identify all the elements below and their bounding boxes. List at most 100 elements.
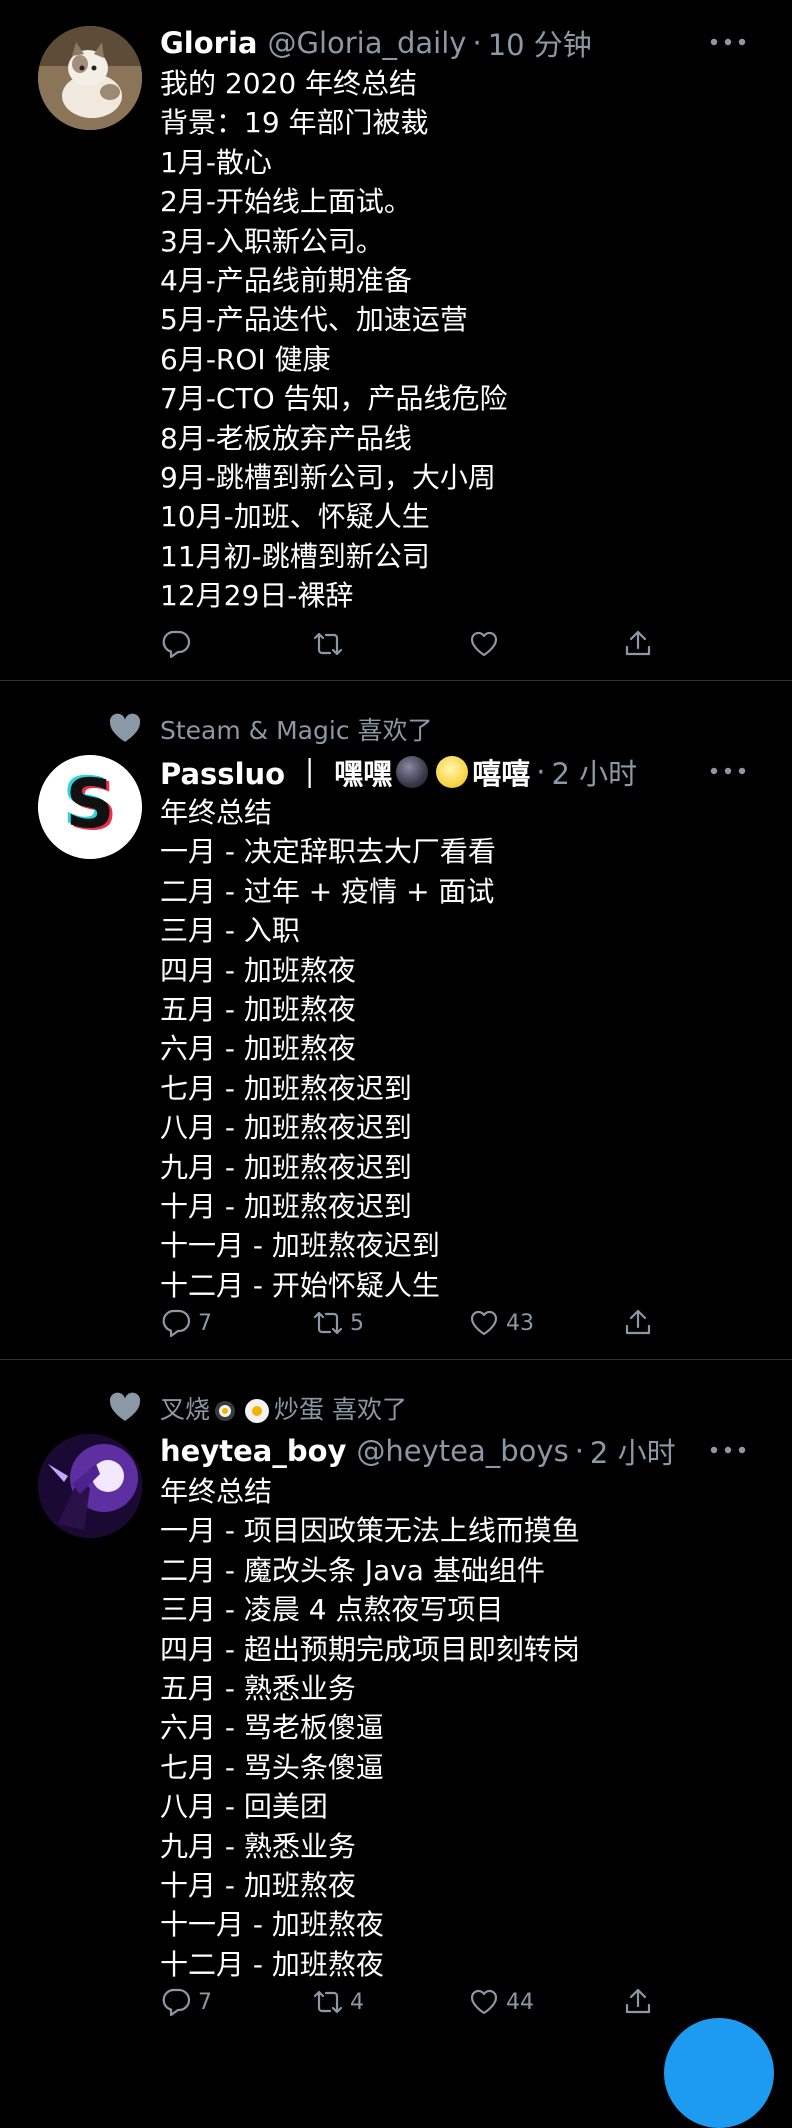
tweet-line: 一月 - 决定辞职去大厂看看 <box>160 835 496 869</box>
tweet-line: 我的 2020 年终总结 <box>160 67 418 100</box>
reply-button[interactable]: 7 <box>160 1307 212 1339</box>
avatar[interactable] <box>38 26 142 130</box>
display-name-tail[interactable]: 嘻嘻 <box>472 751 530 793</box>
retweet-button[interactable]: 5 <box>312 1307 364 1339</box>
tweet-line: 年终总结 <box>160 1475 273 1508</box>
display-name[interactable]: Passluo ｜ 嘿嘿 <box>160 751 392 793</box>
like-count: 44 <box>506 1989 534 2015</box>
share-button[interactable] <box>622 1307 654 1339</box>
more-options-icon[interactable] <box>708 765 748 777</box>
tweet[interactable]: Gloria @Gloria_daily · 10 分钟 我的 2020 年终总… <box>0 0 792 681</box>
display-name[interactable]: heytea_boy <box>160 1434 346 1468</box>
tweet-header: Gloria @Gloria_daily · 10 分钟 <box>160 22 592 64</box>
tweet[interactable]: 叉烧 炒蛋 喜欢了 heytea_boy @heytea_boys · 2 小时 … <box>0 1360 792 2050</box>
reply-icon <box>162 630 191 659</box>
tweet-line: 一月 - 项目因政策无法上线而摸鱼 <box>160 1514 580 1548</box>
reply-count: 7 <box>198 1989 212 2015</box>
timestamp[interactable]: 2 小时 <box>590 1430 676 1472</box>
tweet-text: 年终总结 一月 - 项目因政策无法上线而摸鱼 二月 - 魔改头条 Java 基础… <box>160 1472 580 1984</box>
social-context-suffix: 炒蛋 喜欢了 <box>274 1395 407 1424</box>
tweet-line: 2月-开始线上面试。 <box>160 185 412 219</box>
share-icon <box>625 1988 651 2014</box>
reply-button[interactable]: 7 <box>160 1986 212 2018</box>
like-button[interactable]: 44 <box>468 1986 534 2018</box>
tweet-line: 十一月 - 加班熬夜迟到 <box>160 1229 440 1263</box>
display-name[interactable]: Gloria <box>160 26 257 60</box>
share-button[interactable] <box>622 1986 654 2018</box>
tweet-line: 11月初-跳槽到新公司 <box>160 539 430 573</box>
reply-button[interactable] <box>160 628 198 660</box>
tweet-line: 三月 - 入职 <box>160 914 300 948</box>
tweet-text: 我的 2020 年终总结 背景：19 年部门被裁 1月-散心 2月-开始线上面试… <box>160 64 508 615</box>
share-icon <box>625 630 651 656</box>
tweet-line: 十二月 - 加班熬夜 <box>160 1947 384 1981</box>
retweet-icon <box>313 1311 343 1335</box>
tweet-line: 十月 - 加班熬夜 <box>160 1868 356 1902</box>
tweet-line: 10月-加班、怀疑人生 <box>160 500 430 534</box>
cooking-egg-icon <box>245 1399 270 1423</box>
share-button[interactable] <box>622 628 654 660</box>
retweet-count: 4 <box>350 1989 364 2015</box>
retweet-icon <box>313 1990 343 2014</box>
tweet-line: 12月29日-裸辞 <box>160 579 354 613</box>
social-context[interactable]: Steam & Magic 喜欢了 <box>160 711 433 747</box>
heart-icon <box>470 631 498 657</box>
tweet[interactable]: Steam & Magic 喜欢了 S S S Passluo ｜ 嘿嘿 嘻嘻 … <box>0 681 792 1360</box>
tweet-header: heytea_boy @heytea_boys · 2 小时 <box>160 1430 676 1472</box>
tweet-actions: 7 5 43 <box>160 1307 660 1343</box>
tweet-line: 六月 - 加班熬夜 <box>160 1032 356 1066</box>
timestamp[interactable]: 10 分钟 <box>488 22 592 64</box>
tweet-line: 八月 - 回美团 <box>160 1790 328 1824</box>
anime-avatar-icon <box>38 1434 142 1538</box>
user-handle[interactable]: @Gloria_daily <box>267 26 466 60</box>
separator: · <box>536 755 546 789</box>
reply-icon <box>162 1309 191 1338</box>
s-logo-avatar-icon: S S S <box>38 755 142 859</box>
tweet-line: 年终总结 <box>160 796 273 829</box>
tweet-line: 八月 - 加班熬夜迟到 <box>160 1111 412 1145</box>
tweet-line: 三月 - 凌晨 4 点熬夜写项目 <box>160 1593 504 1627</box>
tweet-header: Passluo ｜ 嘿嘿 嘻嘻 · 2 小时 <box>160 751 637 793</box>
tweet-line: 6月-ROI 健康 <box>160 342 331 376</box>
heart-filled-icon <box>109 713 141 742</box>
tweet-line: 十二月 - 开始怀疑人生 <box>160 1268 440 1302</box>
tweet-line: 四月 - 超出预期完成项目即刻转岗 <box>160 1632 580 1666</box>
tweet-line: 5月-产品迭代、加速运营 <box>160 303 468 337</box>
retweet-button[interactable]: 4 <box>312 1986 364 2018</box>
share-icon <box>625 1309 651 1335</box>
new-moon-face-icon <box>396 756 429 788</box>
social-context[interactable]: 叉烧 炒蛋 喜欢了 <box>160 1390 407 1426</box>
separator: · <box>574 1434 584 1468</box>
reply-icon <box>162 1988 191 2017</box>
tweet-line: 4月-产品线前期准备 <box>160 263 412 297</box>
like-count: 43 <box>506 1310 534 1336</box>
timestamp[interactable]: 2 小时 <box>552 751 638 793</box>
tweet-text: 年终总结 一月 - 决定辞职去大厂看看 二月 - 过年 + 疫情 + 面试 三月… <box>160 793 496 1305</box>
user-handle[interactable]: @heytea_boys <box>356 1434 568 1468</box>
tweet-line: 9月-跳槽到新公司，大小周 <box>160 460 496 494</box>
tweet-line: 九月 - 熟悉业务 <box>160 1829 356 1863</box>
avatar[interactable] <box>38 1434 142 1538</box>
cat-avatar-icon <box>38 26 142 130</box>
smiling-face-icon <box>436 756 469 788</box>
more-options-icon[interactable] <box>708 36 748 48</box>
tweet-line: 七月 - 加班熬夜迟到 <box>160 1071 412 1105</box>
tweet-line: 3月-入职新公司。 <box>160 224 384 258</box>
compose-button[interactable] <box>664 2018 774 2128</box>
like-button[interactable] <box>468 628 506 660</box>
tweet-line: 8月-老板放弃产品线 <box>160 421 412 455</box>
tweet-line: 背景：19 年部门被裁 <box>160 106 429 140</box>
svg-text:S: S <box>66 765 115 844</box>
tweet-actions <box>160 628 660 664</box>
avatar[interactable]: S S S <box>38 755 142 859</box>
like-button[interactable]: 43 <box>468 1307 534 1339</box>
retweet-button[interactable] <box>312 628 350 660</box>
tweet-actions: 7 4 44 <box>160 1986 660 2022</box>
tweet-line: 7月-CTO 告知，产品线危险 <box>160 382 508 416</box>
tweet-line: 五月 - 熟悉业务 <box>160 1671 356 1705</box>
more-options-icon[interactable] <box>708 1444 748 1456</box>
heart-icon <box>470 1310 498 1336</box>
heart-filled-icon <box>109 1392 141 1421</box>
tweet-line: 九月 - 加班熬夜迟到 <box>160 1150 412 1184</box>
tweet-line: 十一月 - 加班熬夜 <box>160 1908 384 1942</box>
